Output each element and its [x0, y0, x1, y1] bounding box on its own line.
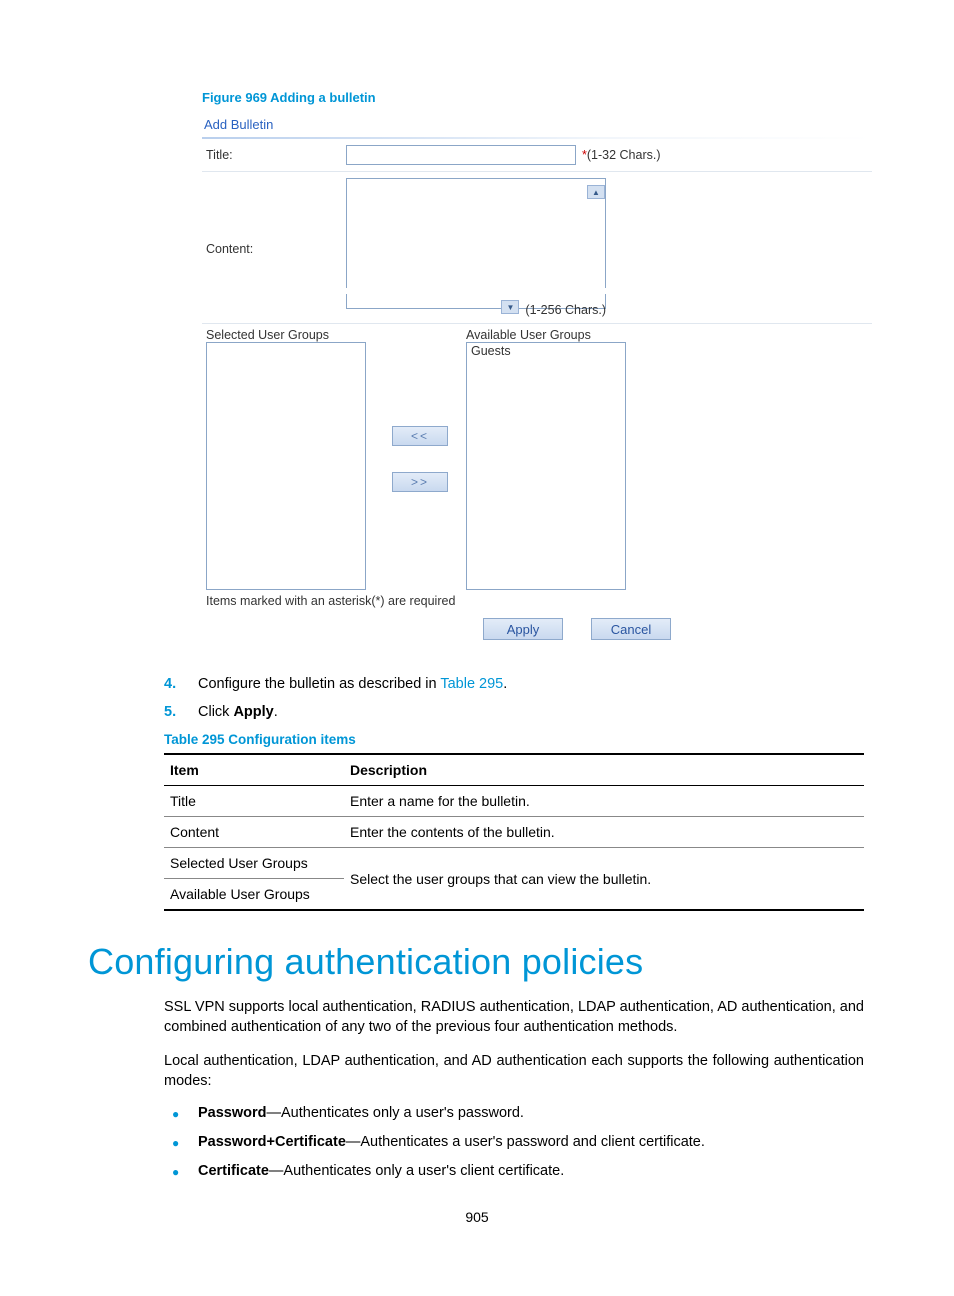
bullet-icon: ● — [172, 1163, 198, 1182]
td-item: Selected User Groups — [164, 848, 344, 879]
content-scroll-up-icon[interactable]: ▲ — [587, 185, 605, 199]
title-label: Title: — [206, 145, 346, 162]
config-table: Item Description Title Enter a name for … — [164, 753, 864, 911]
selected-groups-listbox[interactable] — [206, 342, 366, 590]
td-item: Title — [164, 786, 344, 817]
bullet-strong: Certificate — [198, 1163, 269, 1179]
list-item: ●Password+Certificate—Authenticates a us… — [172, 1134, 862, 1153]
bullet-icon: ● — [172, 1105, 198, 1124]
table-row: Selected User Groups Select the user gro… — [164, 848, 864, 879]
td-desc: Select the user groups that can view the… — [344, 848, 864, 911]
list-item: ●Certificate—Authenticates only a user's… — [172, 1163, 862, 1182]
paragraph: Local authentication, LDAP authenticatio… — [164, 1051, 864, 1091]
td-desc: Enter a name for the bulletin. — [344, 786, 864, 817]
selected-groups-label: Selected User Groups — [206, 328, 380, 342]
step-5-suffix: . — [274, 704, 278, 720]
title-input[interactable] — [346, 145, 576, 165]
figure-caption: Figure 969 Adding a bulletin — [202, 90, 866, 105]
cancel-button[interactable]: Cancel — [591, 618, 671, 640]
mover-column: << >> — [380, 328, 460, 590]
section-heading: Configuring authentication policies — [88, 941, 866, 983]
step-5-prefix: Click — [198, 704, 233, 720]
title-hint-text: (1-32 Chars.) — [587, 148, 661, 162]
step-4-suffix: . — [503, 676, 507, 692]
required-note: Items marked with an asterisk(*) are req… — [202, 592, 872, 616]
step-5-number: 5. — [164, 704, 198, 720]
td-item: Available User Groups — [164, 879, 344, 911]
bullet-list: ●Password—Authenticates only a user's pa… — [172, 1105, 862, 1183]
add-bulletin-form: Add Bulletin Title: *(1-32 Chars.) Conte… — [202, 115, 872, 650]
available-groups-listbox[interactable]: Guests — [466, 342, 626, 590]
step-4-number: 4. — [164, 676, 198, 692]
bullet-strong: Password — [198, 1105, 267, 1121]
step-5-strong: Apply — [233, 704, 273, 720]
table-header-row: Item Description — [164, 754, 864, 786]
move-right-button[interactable]: >> — [392, 472, 448, 492]
content-scroll-down-icon[interactable]: ▼ — [501, 300, 519, 314]
table-row: Content Enter the contents of the bullet… — [164, 817, 864, 848]
td-item: Content — [164, 817, 344, 848]
paragraph: SSL VPN supports local authentication, R… — [164, 997, 864, 1037]
th-description: Description — [344, 754, 864, 786]
step-4-link[interactable]: Table 295 — [440, 676, 503, 692]
td-desc: Enter the contents of the bulletin. — [344, 817, 864, 848]
step-list: 4. Configure the bulletin as described i… — [164, 676, 866, 720]
row-title: Title: *(1-32 Chars.) — [202, 139, 872, 172]
row-content: Content: ▲ ▼ (1-256 Chars.) — [202, 172, 872, 324]
step-4: 4. Configure the bulletin as described i… — [164, 676, 866, 692]
apply-button[interactable]: Apply — [483, 618, 563, 640]
content-label: Content: — [206, 239, 346, 256]
available-groups-label: Available User Groups — [466, 328, 640, 342]
th-item: Item — [164, 754, 344, 786]
step-4-prefix: Configure the bulletin as described in — [198, 676, 440, 692]
available-group-option[interactable]: Guests — [467, 343, 625, 359]
title-hint: *(1-32 Chars.) — [582, 145, 661, 162]
move-left-button[interactable]: << — [392, 426, 448, 446]
table-caption: Table 295 Configuration items — [164, 732, 866, 747]
bullet-rest: —Authenticates only a user's password. — [267, 1105, 524, 1121]
list-item: ●Password—Authenticates only a user's pa… — [172, 1105, 862, 1124]
table-row: Title Enter a name for the bulletin. — [164, 786, 864, 817]
bullet-strong: Password+Certificate — [198, 1134, 346, 1150]
bullet-rest: —Authenticates only a user's client cert… — [269, 1163, 564, 1179]
form-header: Add Bulletin — [202, 115, 872, 139]
step-5: 5. Click Apply. — [164, 704, 866, 720]
row-user-groups: Selected User Groups << >> Available Use… — [202, 324, 872, 592]
content-textarea[interactable] — [346, 178, 606, 288]
form-button-row: Apply Cancel — [202, 616, 872, 650]
bullet-rest: —Authenticates a user's password and cli… — [346, 1134, 705, 1150]
page-number: 905 — [88, 1209, 866, 1225]
bullet-icon: ● — [172, 1134, 198, 1153]
content-hint: (1-256 Chars.) — [525, 300, 606, 317]
